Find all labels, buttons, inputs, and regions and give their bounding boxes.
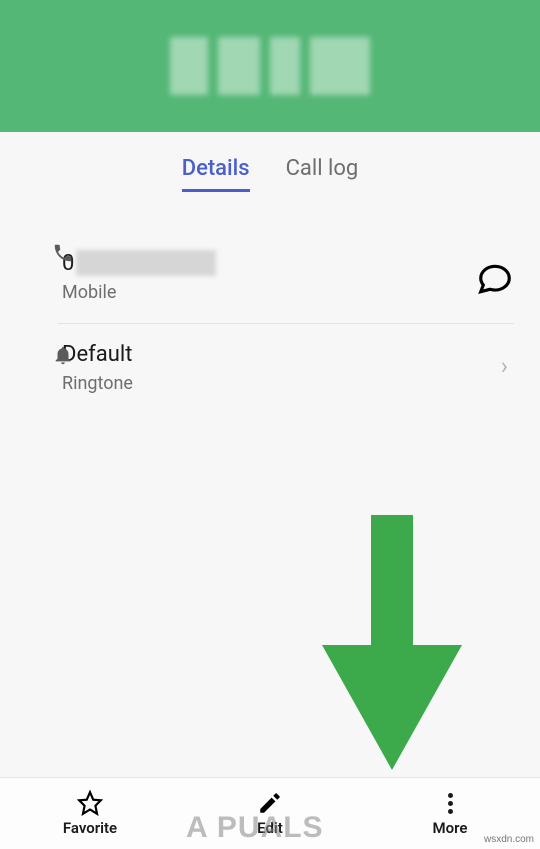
more-label: More [433, 819, 468, 837]
contact-name-redacted [170, 37, 370, 95]
phone-number[interactable]: 0 [62, 250, 476, 276]
details-panel: 0 Mobile Default Ringtone › [0, 210, 540, 408]
contact-header [0, 0, 540, 132]
chevron-right-icon: › [501, 352, 514, 380]
favorite-button[interactable]: Favorite [30, 790, 150, 837]
ringtone-value: Default [62, 342, 501, 367]
phone-icon [52, 242, 74, 264]
tab-call-log[interactable]: Call log [286, 156, 359, 192]
tab-bar: Details Call log [0, 132, 540, 210]
annotation-arrow-icon [322, 515, 462, 770]
ringtone-label: Ringtone [62, 373, 501, 394]
edit-label: Edit [257, 819, 283, 837]
tab-details[interactable]: Details [182, 156, 250, 192]
bell-icon [52, 344, 74, 366]
bottom-action-bar: Favorite Edit More [0, 777, 540, 849]
star-icon [77, 790, 103, 816]
favorite-label: Favorite [63, 819, 117, 837]
phone-number-redacted [76, 250, 216, 276]
phone-label: Mobile [62, 282, 476, 303]
more-button[interactable]: More [390, 790, 510, 837]
pencil-icon [257, 790, 283, 816]
message-icon[interactable] [476, 260, 514, 298]
ringtone-row[interactable]: Default Ringtone › [58, 324, 514, 408]
edit-button[interactable]: Edit [210, 790, 330, 837]
more-icon [448, 790, 453, 816]
